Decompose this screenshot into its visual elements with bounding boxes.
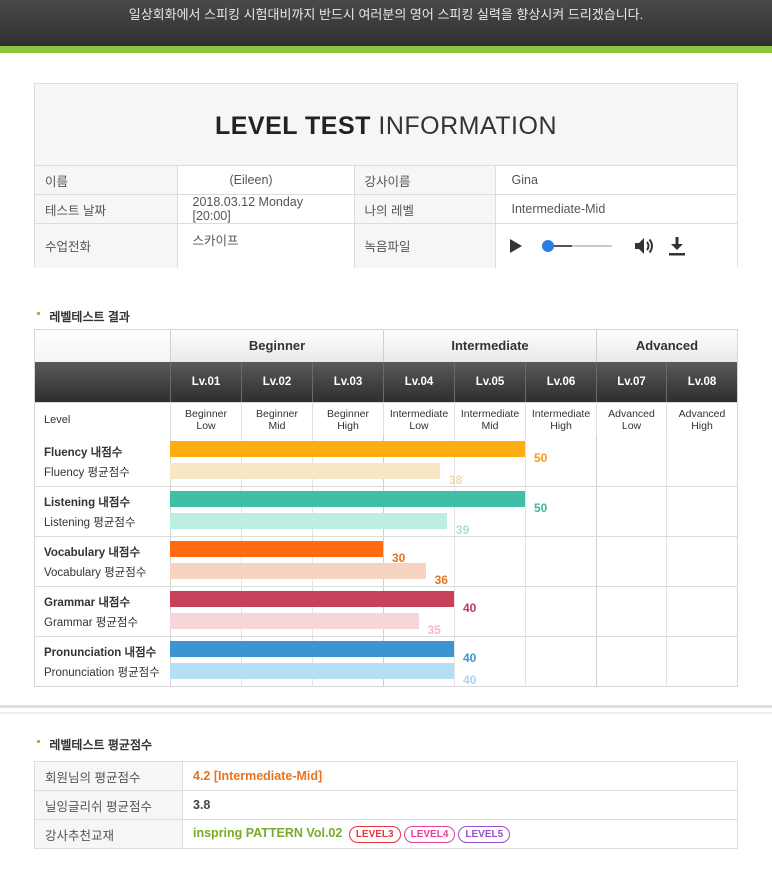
my-score-value: 50 — [534, 451, 548, 465]
level-name-1: Beginner Low — [170, 402, 241, 436]
grid-column-line — [525, 436, 526, 687]
section-divider — [0, 705, 772, 708]
audio-progress-slider[interactable] — [541, 239, 612, 253]
name-value: (Eileen) — [176, 165, 355, 195]
score-label-mine: Fluency 내점수 — [44, 447, 123, 459]
slider-knob[interactable] — [541, 239, 554, 252]
score-label-avg: Fluency 평균점수 — [44, 467, 130, 479]
nailing-avg-value: 3.8 — [182, 790, 738, 820]
score-label-mine: Grammar 내점수 — [44, 597, 131, 609]
info-table: 이름 (Eileen) 강사이름 Gina 테스트 날짜 2018.03.12 … — [35, 165, 737, 268]
level-header-5: Lv.05 — [454, 362, 525, 402]
book-label: 강사추천교재 — [34, 819, 183, 849]
avg-score-value: 36 — [434, 573, 448, 587]
average-table: 회원님의 평균점수 4.2 [Intermediate-Mid] 닐잉글리쉬 평… — [34, 761, 738, 849]
level-result-grid: Beginner Intermediate Advanced Lv.01 Lv.… — [34, 329, 738, 687]
level-badge-3[interactable]: LEVEL3 — [348, 825, 401, 843]
book-title: inspring PATTERN Vol.02 — [193, 825, 343, 840]
score-label-mine: Listening 내점수 — [44, 497, 131, 509]
grid-corner-dark — [35, 362, 170, 402]
avg-score-bar — [170, 663, 454, 679]
avg-score-bar — [170, 613, 419, 629]
level-name-6: Intermediate High — [525, 402, 596, 436]
audio-player — [494, 223, 737, 268]
avg-score-value: 40 — [463, 673, 477, 687]
score-label-mine: Vocabulary 내점수 — [44, 547, 141, 559]
level-header-4: Lv.04 — [383, 362, 454, 402]
result-section-title: 레벨테스트 결과 — [37, 308, 130, 325]
member-avg-label: 회원님의 평균점수 — [34, 761, 183, 791]
grid-row-line — [35, 486, 737, 487]
group-intermediate: Intermediate — [383, 330, 596, 362]
date-label: 테스트 날짜 — [35, 194, 177, 224]
grid-column-line — [666, 436, 667, 687]
average-section-title: 레벨테스트 평균점수 — [37, 736, 152, 753]
info-title-bold: LEVEL TEST — [214, 112, 371, 140]
level-name-7: Advanced Low — [596, 402, 666, 436]
avg-score-bar — [170, 513, 447, 529]
avg-score-bar — [170, 563, 426, 579]
date-value: 2018.03.12 Monday [20:00] — [176, 194, 355, 224]
level-test-info-box: LEVEL TEST INFORMATION 이름 (Eileen) 강사이름 … — [34, 83, 738, 268]
volume-icon[interactable] — [634, 237, 654, 255]
member-avg-value: 4.2 [Intermediate-Mid] — [182, 761, 738, 791]
level-header-2: Lv.02 — [241, 362, 312, 402]
top-banner: 일상회화에서 스피킹 시험대비까지 반드시 여러분의 영어 스피킹 실력을 향상… — [0, 0, 772, 46]
teacher-value: Gina — [494, 165, 737, 195]
my-score-bar — [170, 541, 383, 557]
avg-score-value: 39 — [455, 523, 470, 537]
name-label: 이름 — [35, 165, 177, 195]
my-score-value: 50 — [534, 501, 548, 515]
grid-row-line — [35, 536, 737, 537]
my-score-bar — [170, 591, 454, 607]
score-label-avg: Vocabulary 평균점수 — [44, 567, 147, 579]
level-header-1: Lv.01 — [170, 362, 241, 402]
score-label-mine: Pronunciation 내점수 — [44, 647, 157, 659]
score-label-avg: Pronunciation 평균점수 — [44, 667, 160, 679]
level-badge-5[interactable]: LEVEL5 — [458, 825, 511, 843]
level-header-6: Lv.06 — [525, 362, 596, 402]
group-beginner: Beginner — [170, 330, 383, 362]
banner-text: 일상회화에서 스피킹 시험대비까지 반드시 여러분의 영어 스피킹 실력을 향상… — [128, 7, 644, 22]
level-row-label: Level — [35, 402, 170, 436]
mylevel-label: 나의 레벨 — [354, 194, 495, 224]
mylevel-value: Intermediate-Mid — [494, 194, 737, 224]
score-label-avg: Grammar 평균점수 — [44, 617, 139, 629]
info-title: LEVEL TEST INFORMATION — [35, 84, 737, 165]
level-name-3: Beginner High — [312, 402, 383, 436]
my-score-value: 40 — [463, 601, 477, 615]
record-label: 녹음파일 — [354, 223, 495, 268]
level-badges: LEVEL3 LEVEL4 LEVEL5 — [346, 825, 511, 843]
my-score-bar — [170, 491, 525, 507]
level-name-2: Beginner Mid — [241, 402, 312, 436]
group-advanced: Advanced — [596, 330, 737, 362]
avg-score-value: 35 — [427, 623, 441, 637]
level-badge-4[interactable]: LEVEL4 — [403, 825, 456, 843]
level-header-7: Lv.07 — [596, 362, 666, 402]
play-icon[interactable] — [509, 238, 522, 253]
info-title-light: INFORMATION — [378, 112, 558, 140]
my-score-bar — [170, 641, 454, 657]
avg-score-bar — [170, 463, 440, 479]
my-score-bar — [170, 441, 525, 457]
level-header-3: Lv.03 — [312, 362, 383, 402]
section-divider-2 — [0, 712, 772, 714]
teacher-label: 강사이름 — [354, 165, 495, 195]
avg-score-value: 38 — [448, 473, 463, 487]
level-name-8: Advanced High — [666, 402, 737, 436]
grid-column-line — [596, 436, 597, 687]
grid-row-line — [35, 586, 737, 587]
score-label-avg: Listening 평균점수 — [44, 517, 136, 529]
nailing-avg-label: 닐잉글리쉬 평균점수 — [34, 790, 183, 820]
level-name-5: Intermediate Mid — [454, 402, 525, 436]
phone-label: 수업전화 — [35, 223, 177, 268]
level-name-4: Intermediate Low — [383, 402, 454, 436]
phone-value: 스카이프 — [176, 223, 355, 268]
level-header-8: Lv.08 — [666, 362, 737, 402]
banner-accent-line — [0, 46, 772, 53]
download-icon[interactable] — [668, 236, 686, 256]
my-score-value: 40 — [463, 651, 477, 665]
book-value: inspring PATTERN Vol.02 LEVEL3 LEVEL4 LEVE… — [182, 819, 738, 849]
grid-row-line — [35, 636, 737, 637]
